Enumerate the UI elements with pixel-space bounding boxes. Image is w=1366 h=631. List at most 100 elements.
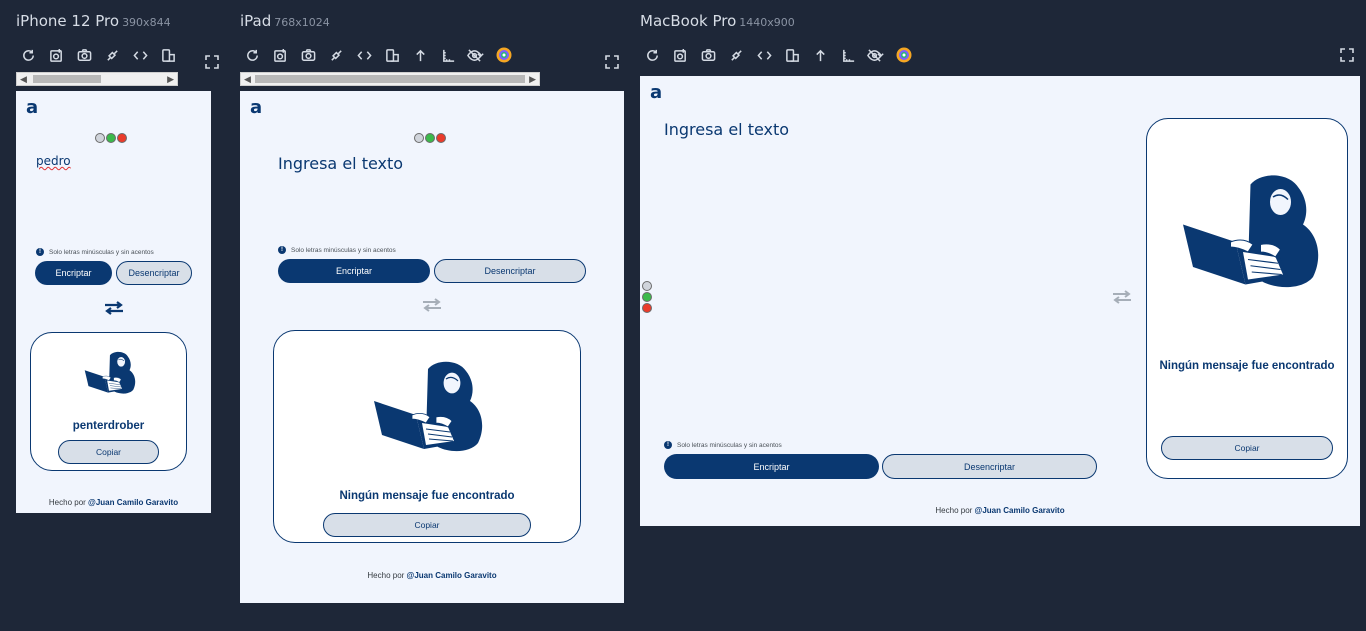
network-icon[interactable]: [322, 44, 350, 66]
refresh-icon[interactable]: [14, 44, 42, 66]
empty-message: Ningún mensaje fue encontrado: [1159, 360, 1335, 372]
expand-icon[interactable]: [205, 55, 219, 69]
text-input[interactable]: pedro: [36, 154, 71, 168]
text-input[interactable]: Ingresa el texto: [278, 154, 403, 173]
footer-author[interactable]: @Juan Camilo Garavito: [88, 498, 178, 507]
swap-icon[interactable]: [104, 301, 124, 315]
footer-author[interactable]: @Juan Camilo Garavito: [975, 506, 1065, 515]
decrypt-button[interactable]: Desencriptar: [882, 454, 1097, 479]
theme-dot-gray[interactable]: [642, 281, 652, 291]
ipad-viewport: a Ingresa el texto ! Solo letras minúscu…: [240, 91, 624, 603]
theme-dots: [95, 133, 127, 143]
footer-prefix: Hecho por: [48, 498, 89, 507]
theme-dot-green[interactable]: [642, 292, 652, 302]
alura-logo: a: [650, 82, 663, 103]
expand-icon[interactable]: [1340, 48, 1354, 62]
color-palette-icon[interactable]: [890, 44, 918, 66]
encrypt-button[interactable]: Encriptar: [35, 261, 112, 285]
horizontal-scrollbar[interactable]: ◀ ▶: [16, 72, 178, 86]
iphone-viewport: a pedro ! Solo letras minúsculas y sin a…: [16, 91, 211, 513]
expand-icon[interactable]: [605, 55, 619, 69]
rotate-icon[interactable]: [154, 44, 182, 66]
screenshot-icon[interactable]: [666, 44, 694, 66]
hide-icon[interactable]: [862, 44, 890, 66]
device-name: iPhone 12 Pro: [16, 12, 120, 30]
camera-icon[interactable]: [70, 44, 98, 66]
theme-dot-green[interactable]: [106, 133, 116, 143]
color-palette-icon[interactable]: [490, 44, 518, 66]
scroll-left-icon[interactable]: ◀: [20, 74, 27, 84]
copy-button[interactable]: Copiar: [1161, 436, 1333, 460]
theme-dots: [642, 281, 652, 313]
copy-button[interactable]: Copiar: [58, 440, 159, 464]
footer: Hecho por @Juan Camilo Garavito: [240, 571, 624, 580]
ruler-icon[interactable]: [434, 44, 462, 66]
theme-dot-red[interactable]: [436, 133, 446, 143]
result-card: Ningún mensaje fue encontrado Copiar: [273, 330, 581, 543]
alura-logo: a: [250, 97, 263, 118]
chevron-down-icon: [476, 51, 485, 60]
scrollbar-thumb[interactable]: [255, 75, 525, 83]
swap-icon[interactable]: [422, 298, 442, 312]
hacker-illustration: [81, 349, 137, 397]
device-size: 1440x900: [739, 16, 795, 29]
footer-author[interactable]: @Juan Camilo Garavito: [407, 571, 497, 580]
code-icon[interactable]: [750, 44, 778, 66]
theme-dot-gray[interactable]: [95, 133, 105, 143]
scroll-right-icon[interactable]: ▶: [167, 74, 174, 84]
hint: ! Solo letras minúsculas y sin acentos: [36, 248, 154, 256]
hint-text: Solo letras minúsculas y sin acentos: [677, 441, 782, 449]
decrypt-button[interactable]: Desencriptar: [116, 261, 192, 285]
code-icon[interactable]: [350, 44, 378, 66]
hint-text: Solo letras minúsculas y sin acentos: [49, 248, 154, 256]
footer: Hecho por @Juan Camilo Garavito: [16, 498, 211, 507]
refresh-icon[interactable]: [238, 44, 266, 66]
macbook-viewport: a Ingresa el texto ! Solo letras minúscu…: [640, 76, 1360, 526]
scroll-up-icon[interactable]: [806, 44, 834, 66]
result-text: penterdrober: [72, 420, 145, 432]
empty-message: Ningún mensaje fue encontrado: [339, 490, 515, 502]
scrollbar-thumb[interactable]: [33, 75, 101, 83]
info-icon: !: [664, 441, 672, 449]
scroll-right-icon[interactable]: ▶: [529, 74, 536, 84]
encrypt-button[interactable]: Encriptar: [278, 259, 430, 283]
scroll-up-icon[interactable]: [406, 44, 434, 66]
camera-icon[interactable]: [694, 44, 722, 66]
refresh-icon[interactable]: [638, 44, 666, 66]
hide-icon[interactable]: [462, 44, 490, 66]
toolbar-iphone: [14, 44, 182, 66]
rotate-icon[interactable]: [778, 44, 806, 66]
hacker-illustration: [366, 355, 486, 459]
camera-icon[interactable]: [294, 44, 322, 66]
theme-dot-red[interactable]: [117, 133, 127, 143]
ruler-icon[interactable]: [834, 44, 862, 66]
result-card: Ningún mensaje fue encontrado Copiar: [1146, 118, 1348, 479]
copy-button[interactable]: Copiar: [323, 513, 531, 537]
device-name: MacBook Pro: [640, 12, 737, 30]
screenshot-icon[interactable]: [42, 44, 70, 66]
encrypt-button[interactable]: Encriptar: [664, 454, 879, 479]
info-icon: !: [36, 248, 44, 256]
chevron-down-icon: [876, 51, 885, 60]
rotate-icon[interactable]: [378, 44, 406, 66]
theme-dot-gray[interactable]: [414, 133, 424, 143]
toolbar-ipad: [238, 44, 518, 66]
theme-dot-red[interactable]: [642, 303, 652, 313]
hint: ! Solo letras minúsculas y sin acentos: [664, 441, 782, 449]
network-icon[interactable]: [722, 44, 750, 66]
screenshot-icon[interactable]: [266, 44, 294, 66]
code-icon[interactable]: [126, 44, 154, 66]
swap-icon[interactable]: [1112, 290, 1132, 304]
text-input[interactable]: Ingresa el texto: [664, 120, 789, 139]
network-icon[interactable]: [98, 44, 126, 66]
decrypt-button[interactable]: Desencriptar: [434, 259, 586, 283]
footer: Hecho por @Juan Camilo Garavito: [640, 506, 1360, 515]
result-card: penterdrober Copiar: [30, 332, 187, 471]
device-size: 390x844: [122, 16, 171, 29]
device-header-iphone: iPhone 12 Pro 390x844: [16, 12, 171, 31]
theme-dot-green[interactable]: [425, 133, 435, 143]
scroll-left-icon[interactable]: ◀: [244, 74, 251, 84]
hint-text: Solo letras minúsculas y sin acentos: [291, 246, 396, 254]
horizontal-scrollbar[interactable]: ◀ ▶: [240, 72, 540, 86]
device-size: 768x1024: [274, 16, 330, 29]
